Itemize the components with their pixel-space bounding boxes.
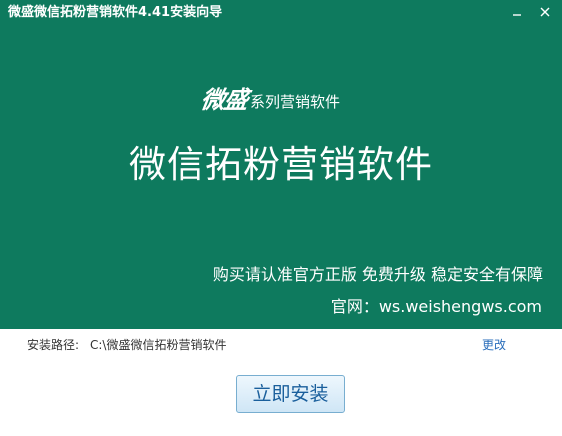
minimize-icon <box>512 2 522 21</box>
install-path-label: 安装路径: <box>27 338 80 352</box>
window-title: 微盛微信拓粉营销软件4.41安装向导 <box>8 5 223 20</box>
installer-window: 微盛微信拓粉营销软件4.41安装向导 微盛 系列营销软件 微信拓粉营销软件 购买… <box>0 0 562 436</box>
change-path-link[interactable]: 更改 <box>482 337 506 353</box>
slogan-text: 购买请认准官方正版 免费升级 稳定安全有保障 <box>212 265 543 284</box>
logo-subtitle: 系列营销软件 <box>250 93 341 111</box>
install-path-value: C:\微盛微信拓粉营销软件 <box>90 338 227 352</box>
logo-script-text: 微盛 <box>199 85 250 114</box>
close-button[interactable] <box>531 0 559 22</box>
website-text: 官网：ws.weishengws.com <box>330 297 542 316</box>
product-title: 微信拓粉营销软件 <box>129 143 433 186</box>
close-icon <box>540 2 550 21</box>
minimize-button[interactable] <box>503 0 531 22</box>
install-now-button[interactable]: 立即安装 <box>236 375 345 413</box>
brand-logo: 微盛 系列营销软件 <box>199 80 341 114</box>
header-banner: 微盛微信拓粉营销软件4.41安装向导 微盛 系列营销软件 微信拓粉营销软件 购买… <box>0 0 562 329</box>
